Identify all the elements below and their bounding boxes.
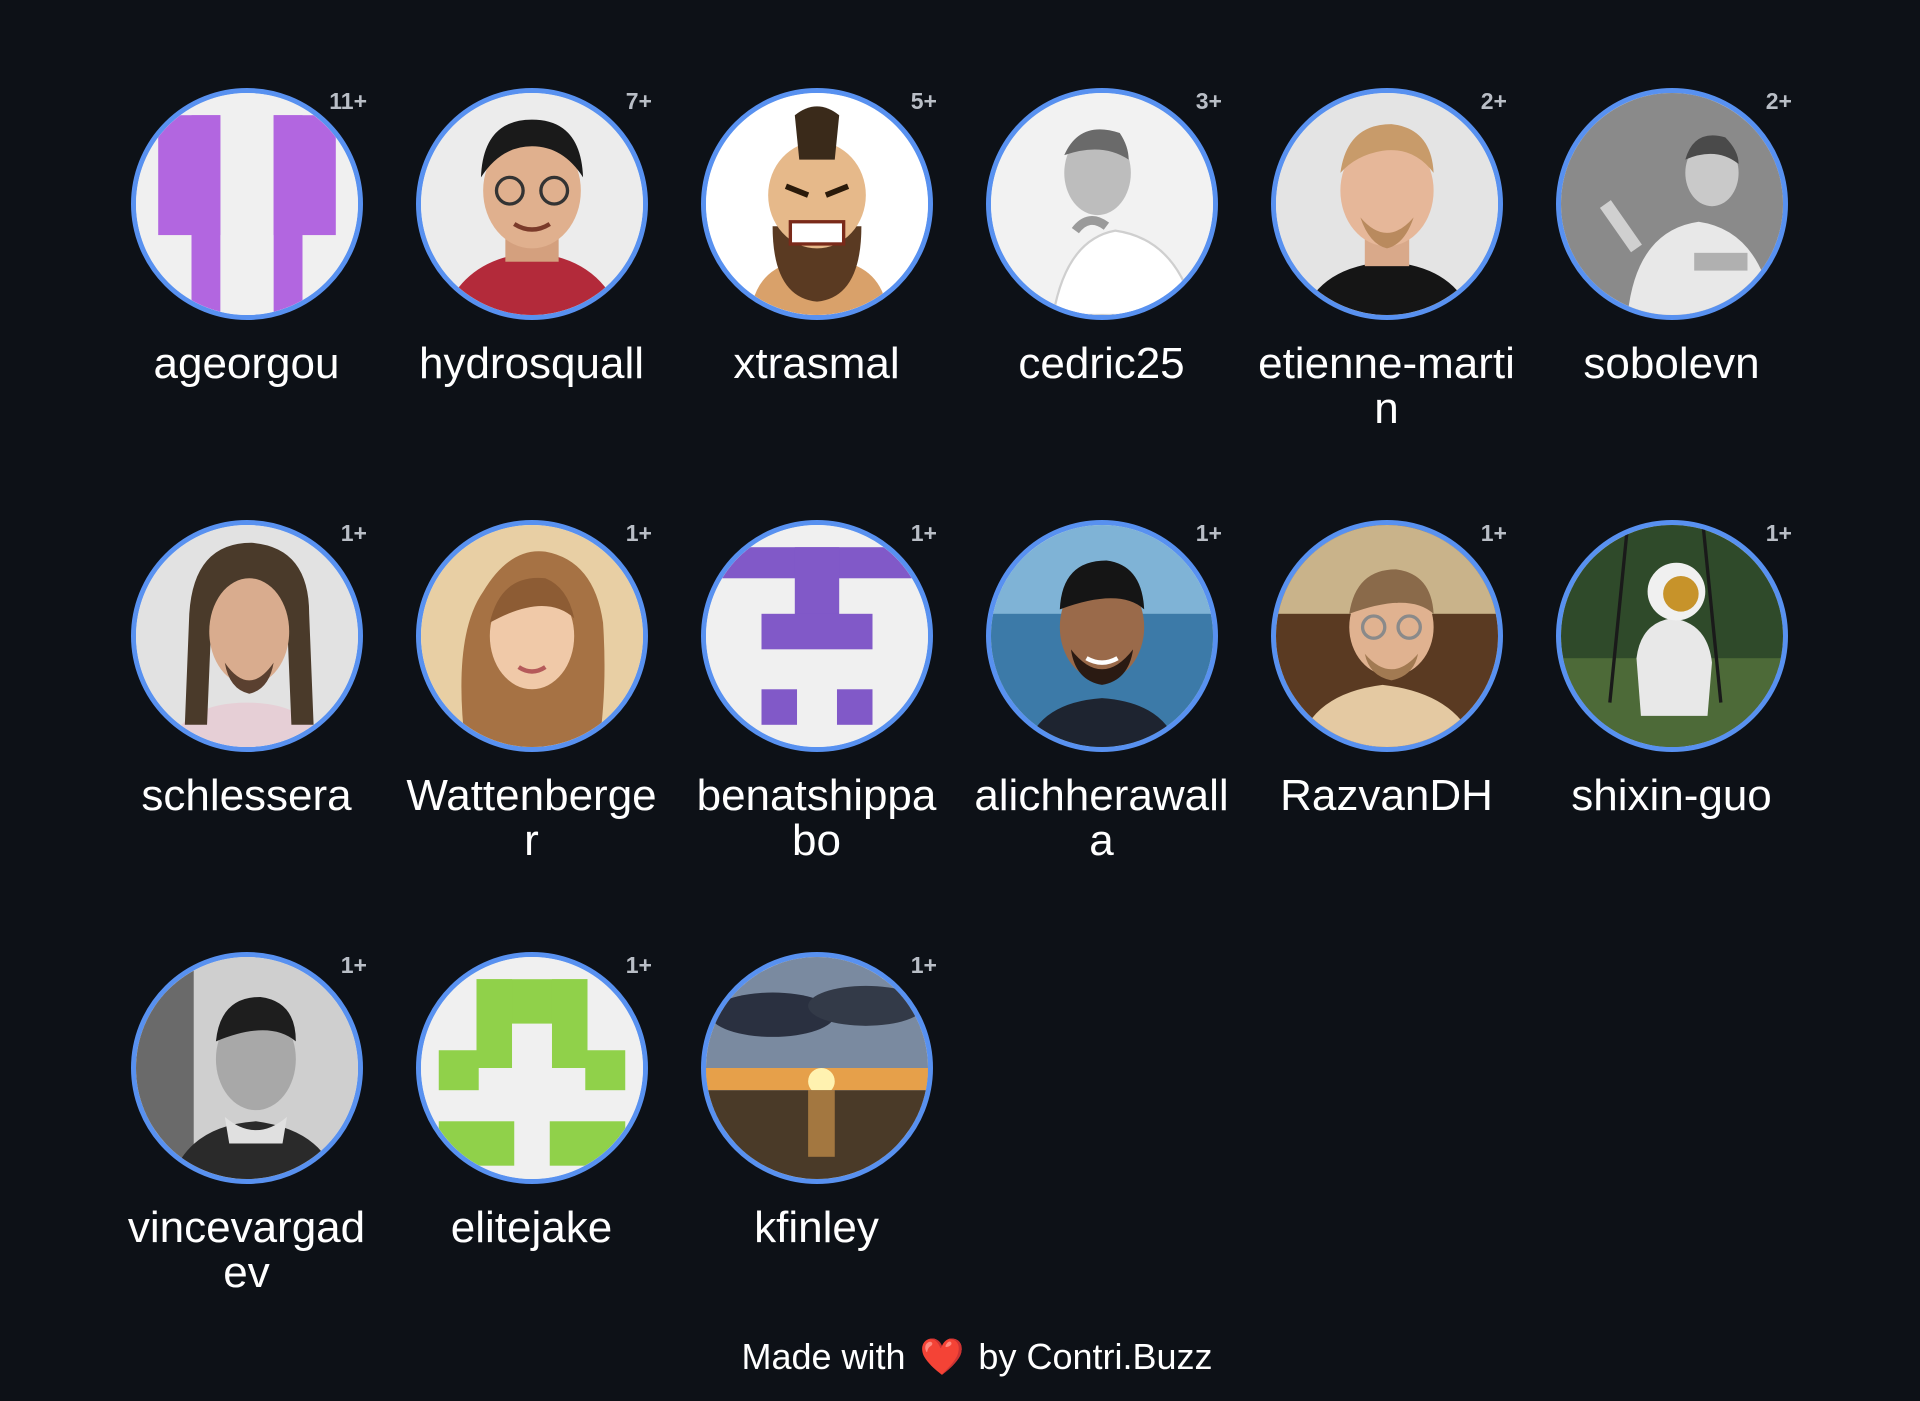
footer-prefix: Made with [741,1336,906,1377]
person-avatar-icon[interactable] [131,952,363,1184]
contributor-name[interactable]: benatshippabo [674,773,959,863]
contributor-name[interactable]: shixin-guo [1529,773,1814,818]
contributor-name[interactable]: hydrosquall [389,341,674,386]
contributor-card: 1+ Wattenberger [389,516,674,948]
contributor-card: 3+ cedric25 [959,84,1244,516]
contributor-name[interactable]: RazvanDH [1244,773,1529,818]
cartoon-character-avatar-icon[interactable] [701,88,933,320]
contributor-name[interactable]: schlessera [104,773,389,818]
contributor-name[interactable]: elitejake [389,1205,674,1250]
contributor-card: 1+ benatshippabo [674,516,959,948]
contributor-name[interactable]: etienne-martin [1244,341,1529,431]
contribution-count-badge: 1+ [340,520,367,546]
person-avatar-icon[interactable] [986,88,1218,320]
contributor-card: 1+ kfinley [674,948,959,1380]
footer-link[interactable]: by Contri.Buzz [978,1336,1212,1377]
contributor-card: 2+ sobolevn [1529,84,1814,516]
contribution-count-badge: 7+ [625,88,652,114]
contribution-count-badge: 11+ [329,88,367,114]
person-avatar-icon[interactable] [1271,520,1503,752]
person-avatar-icon[interactable] [131,520,363,752]
contributor-name[interactable]: alichherawalla [959,773,1244,863]
contributor-name[interactable]: sobolevn [1529,341,1814,386]
footer-credit: Made with ❤️ by Contri.Buzz [0,1336,1920,1378]
contribution-count-badge: 2+ [1480,88,1507,114]
contributors-grid: 11+ ageorgou 7+ hydrosquall 5+ xtrasmal … [104,84,1818,1380]
heart-icon: ❤️ [919,1336,965,1377]
contribution-count-badge: 3+ [1195,88,1222,114]
contributor-card: 11+ ageorgou [104,84,389,516]
contributor-card: 2+ etienne-martin [1244,84,1529,516]
contribution-count-badge: 1+ [625,520,652,546]
contributor-card: 7+ hydrosquall [389,84,674,516]
contribution-count-badge: 1+ [1765,520,1792,546]
person-avatar-icon[interactable] [416,520,648,752]
contributor-name[interactable]: ageorgou [104,341,389,386]
contributor-card: 1+ RazvanDH [1244,516,1529,948]
contribution-count-badge: 5+ [910,88,937,114]
contribution-count-badge: 1+ [1480,520,1507,546]
contribution-count-badge: 1+ [910,952,937,978]
contribution-count-badge: 2+ [1765,88,1792,114]
person-avatar-icon[interactable] [1556,88,1788,320]
contributor-name[interactable]: Wattenberger [389,773,674,863]
contributor-name[interactable]: xtrasmal [674,341,959,386]
contribution-count-badge: 1+ [1195,520,1222,546]
contributor-card: 1+ alichherawalla [959,516,1244,948]
contributor-name[interactable]: kfinley [674,1205,959,1250]
contribution-count-badge: 1+ [340,952,367,978]
contributor-card: 1+ elitejake [389,948,674,1380]
person-avatar-icon[interactable] [416,88,648,320]
contributor-name[interactable]: vincevargadev [104,1205,389,1295]
contributor-name[interactable]: cedric25 [959,341,1244,386]
contributor-card: 1+ schlessera [104,516,389,948]
contribution-count-badge: 1+ [910,520,937,546]
identicon-avatar-icon[interactable] [131,88,363,320]
contributor-card: 1+ vincevargadev [104,948,389,1380]
contributor-card: 1+ shixin-guo [1529,516,1814,948]
astronaut-avatar-icon[interactable] [1556,520,1788,752]
identicon-avatar-icon[interactable] [701,520,933,752]
person-avatar-icon[interactable] [1271,88,1503,320]
person-avatar-icon[interactable] [986,520,1218,752]
contributor-card: 5+ xtrasmal [674,84,959,516]
sunset-avatar-icon[interactable] [701,952,933,1184]
identicon-avatar-icon[interactable] [416,952,648,1184]
contribution-count-badge: 1+ [625,952,652,978]
